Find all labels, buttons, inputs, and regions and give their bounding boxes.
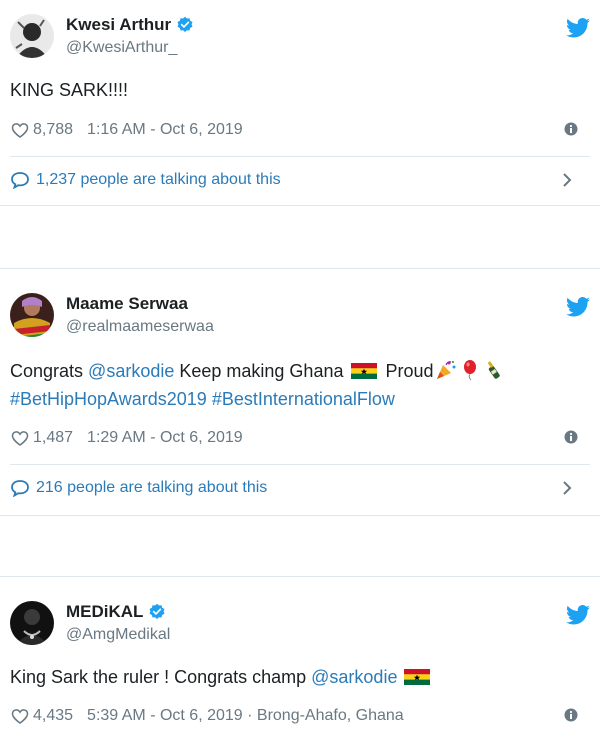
like-count[interactable]: 1,487 xyxy=(33,429,73,447)
heart-icon[interactable] xyxy=(10,706,30,726)
tweet-text: King Sark the ruler ! Congrats champ @sa… xyxy=(10,663,580,691)
display-name-text: Maame Serwaa xyxy=(66,294,188,313)
talking-about-link[interactable]: 1,237 people are talking about this xyxy=(10,168,590,192)
balloon-icon xyxy=(463,360,476,381)
talking-about-text: 1,237 people are talking about this xyxy=(36,171,281,188)
handle[interactable]: @KwesiArthur_ xyxy=(66,39,177,57)
display-name[interactable]: Kwesi Arthur xyxy=(66,15,194,35)
champagne-icon xyxy=(487,361,500,379)
display-name-text: MEDiKAL xyxy=(66,602,144,621)
tweet-text-part: Congrats xyxy=(10,361,89,381)
tweet-meta: 4,435 5:39 AM - Oct 6, 2019 · Brong-Ahaf… xyxy=(10,705,590,727)
tweet-separator xyxy=(0,515,600,577)
hashtag-link[interactable]: #BetHipHopAwards2019 xyxy=(10,389,207,409)
display-name[interactable]: Maame Serwaa xyxy=(66,294,188,314)
chevron-right-icon xyxy=(563,481,572,495)
divider xyxy=(10,156,590,157)
timestamp[interactable]: 1:29 AM - Oct 6, 2019 xyxy=(87,429,243,447)
tweet-card-maame-serwaa: Maame Serwaa @realmaameserwaa Congrats @… xyxy=(0,269,600,515)
tweet-card-kwesi-arthur: Kwesi Arthur @KwesiArthur_ KING SARK!!!!… xyxy=(0,0,600,205)
tweet-text-part: King Sark the ruler ! Congrats champ xyxy=(10,667,312,687)
avatar[interactable] xyxy=(10,14,54,58)
display-name-text: Kwesi Arthur xyxy=(66,15,172,34)
tweet-meta: 1,487 1:29 AM - Oct 6, 2019 xyxy=(10,427,590,449)
ghana-flag-icon xyxy=(404,669,431,685)
ghana-flag-icon xyxy=(351,363,378,379)
heart-icon[interactable] xyxy=(10,428,30,448)
talking-about-text: 216 people are talking about this xyxy=(36,479,268,496)
info-icon[interactable] xyxy=(564,430,578,444)
verified-badge-icon xyxy=(177,16,193,33)
tweet-meta: 8,788 1:16 AM - Oct 6, 2019 xyxy=(10,119,590,141)
heart-icon[interactable] xyxy=(10,120,30,140)
hashtag-link[interactable]: #BestInternationalFlow xyxy=(212,389,395,409)
speech-bubble-icon xyxy=(11,172,29,189)
mention-link[interactable]: @sarkodie xyxy=(311,667,397,687)
info-icon[interactable] xyxy=(564,708,578,722)
info-icon[interactable] xyxy=(564,122,578,136)
twitter-bird-icon[interactable] xyxy=(566,18,590,38)
avatar[interactable] xyxy=(10,601,54,645)
chevron-right-icon xyxy=(563,173,572,187)
handle[interactable]: @realmaameserwaa xyxy=(66,318,214,336)
tweet-text-part: Proud xyxy=(380,361,434,381)
like-count[interactable]: 4,435 xyxy=(33,707,73,725)
handle[interactable]: @AmgMedikal xyxy=(66,626,170,644)
talking-about-link[interactable]: 216 people are talking about this xyxy=(10,476,590,500)
tweet-text: KING SARK!!!! xyxy=(10,80,129,100)
tweet-card-medikal: MEDiKAL @AmgMedikal King Sark the ruler … xyxy=(0,577,600,737)
party-popper-icon xyxy=(436,361,456,379)
timestamp[interactable]: 1:16 AM - Oct 6, 2019 xyxy=(87,121,243,139)
timestamp[interactable]: 5:39 AM - Oct 6, 2019 · Brong-Ahafo, Gha… xyxy=(87,707,404,725)
twitter-bird-icon[interactable] xyxy=(566,605,590,625)
like-count[interactable]: 8,788 xyxy=(33,121,73,139)
speech-bubble-icon xyxy=(11,480,29,497)
display-name[interactable]: MEDiKAL xyxy=(66,602,166,622)
avatar[interactable] xyxy=(10,293,54,337)
mention-link[interactable]: @sarkodie xyxy=(88,361,174,381)
twitter-bird-icon[interactable] xyxy=(566,297,590,317)
tweet-text: Congrats @sarkodie Keep making Ghana Pro… xyxy=(10,357,580,413)
verified-badge-icon xyxy=(149,603,165,620)
tweet-separator xyxy=(0,205,600,270)
divider xyxy=(10,464,590,465)
tweet-text-part: Keep making Ghana xyxy=(174,361,349,381)
